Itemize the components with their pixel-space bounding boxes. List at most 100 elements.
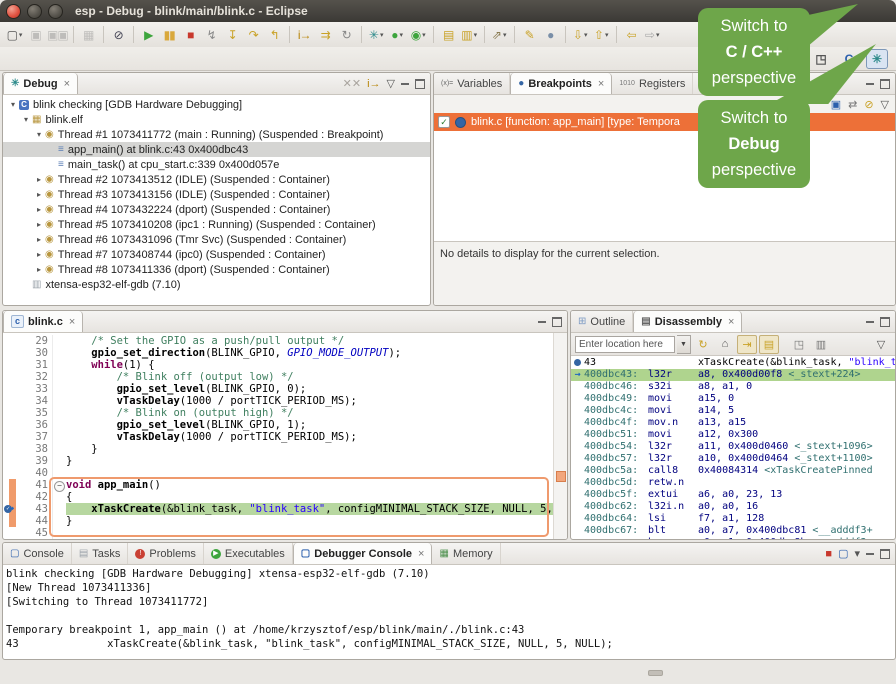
disassembly-row[interactable]: bnonea0, a1, 0x400dbc8b <__adddf3 xyxy=(571,537,895,539)
debug-tree-row[interactable]: ▸◉Thread #5 1073410208 (ipc1 : Running) … xyxy=(3,217,430,232)
overview-ruler-marker[interactable] xyxy=(556,471,566,482)
disassembly-row[interactable]: 400dbc5a:call80x40084314 <xTaskCreatePin… xyxy=(571,465,895,477)
debug-tree-row[interactable]: ▾Cblink checking [GDB Hardware Debugging… xyxy=(3,97,430,112)
open-resource-button[interactable]: ▥▾ xyxy=(460,25,479,45)
breakpoints-view-tab-registers[interactable]: 1010Registers xyxy=(612,73,693,94)
tree-expander-icon[interactable]: ▸ xyxy=(33,235,45,244)
disassembly-row[interactable]: 43xTaskCreate(&blink_task, "blink_tas xyxy=(571,357,895,369)
console-view-tab-problems[interactable]: !Problems xyxy=(128,543,203,564)
breakpoint-row[interactable]: ✓ blink.c [function: app_main] [type: Te… xyxy=(434,113,895,131)
save-button[interactable]: ▣ xyxy=(26,25,45,45)
step-return-button[interactable]: ↰ xyxy=(265,25,284,45)
view-menu-icon[interactable]: ▽ xyxy=(871,335,891,354)
breakpoints-view-tab-breakpoints[interactable]: ●Breakpoints× xyxy=(510,73,612,94)
tree-expander-icon[interactable]: ▾ xyxy=(33,130,45,139)
back-button[interactable]: ⇦ xyxy=(622,25,641,45)
minimize-view-icon[interactable] xyxy=(538,321,546,323)
code-line[interactable]: 30 gpio_set_direction(BLINK_GPIO, GPIO_M… xyxy=(3,347,567,359)
code-line[interactable]: 39} xyxy=(3,455,567,467)
dropdown-arrow-icon[interactable]: ▾ xyxy=(422,31,426,39)
code-line[interactable]: 33 gpio_set_level(BLINK_GPIO, 0); xyxy=(3,383,567,395)
code-line[interactable]: 29 /* Set the GPIO as a push/pull output… xyxy=(3,335,567,347)
view-menu-icon[interactable]: ▽ xyxy=(881,98,889,111)
step-over-button[interactable]: ↷ xyxy=(244,25,263,45)
open-perspective-button[interactable]: ◳ xyxy=(810,49,832,69)
debug-view-tab-debug[interactable]: ✳Debug× xyxy=(3,73,78,94)
console-view-tab-memory[interactable]: ▦Memory xyxy=(432,543,500,564)
code-line[interactable]: 38 } xyxy=(3,443,567,455)
skip-all-breakpoints-button[interactable]: ⊘ xyxy=(109,25,128,45)
tab-close-icon[interactable]: × xyxy=(418,548,424,560)
maximize-view-icon[interactable] xyxy=(880,549,890,559)
display-console-dropdown-icon[interactable]: ▾ xyxy=(854,547,860,560)
launch-button[interactable]: ⇗▾ xyxy=(490,25,509,45)
minimize-view-icon[interactable] xyxy=(866,83,874,85)
dropdown-arrow-icon[interactable]: ▾ xyxy=(584,31,588,39)
window-close-button[interactable] xyxy=(6,4,21,19)
maximize-view-icon[interactable] xyxy=(880,317,890,327)
console-view-tab-console[interactable]: ▢Console xyxy=(3,543,72,564)
disassembly-row[interactable]: 400dbc57:l32ra10, 0x400d0464 <_stext+110… xyxy=(571,453,895,465)
debug-tree-row[interactable]: ▸◉Thread #2 1073413512 (IDLE) (Suspended… xyxy=(3,172,430,187)
debug-tree-row[interactable]: ▥xtensa-esp32-elf-gdb (7.10) xyxy=(3,277,430,292)
disassembly-row[interactable]: 400dbc5d:retw.n xyxy=(571,477,895,489)
overview-ruler[interactable] xyxy=(553,333,567,539)
tab-close-icon[interactable]: × xyxy=(598,78,604,90)
disassembly-row[interactable]: 400dbc64:lsif7, a1, 128 xyxy=(571,513,895,525)
tree-expander-icon[interactable]: ▸ xyxy=(33,265,45,274)
tab-close-icon[interactable]: × xyxy=(69,316,75,328)
dropdown-arrow-icon[interactable]: ▾ xyxy=(19,31,23,39)
code-editor[interactable]: 29 /* Set the GPIO as a push/pull output… xyxy=(3,333,567,539)
step-into-button[interactable]: ↧ xyxy=(223,25,242,45)
pin-view-button[interactable]: ▥ xyxy=(811,335,831,354)
show-breakpoints-supported-button[interactable]: ▣ xyxy=(831,98,841,111)
tree-expander-icon[interactable]: ▸ xyxy=(33,190,45,199)
breakpoints-list-empty-area[interactable] xyxy=(434,131,895,241)
previous-annotation-button[interactable]: ⇧▾ xyxy=(592,25,611,45)
remove-all-terminated-button[interactable]: ✕✕ xyxy=(343,77,361,90)
disassembly-listing[interactable]: 43xTaskCreate(&blink_task, "blink_tas→40… xyxy=(571,356,895,539)
code-line[interactable]: 32 /* Blink off (output low) */ xyxy=(3,371,567,383)
debugger-console-output[interactable]: blink checking [GDB Hardware Debugging] … xyxy=(3,565,895,659)
disconnect-button[interactable]: ↯ xyxy=(202,25,221,45)
window-minimize-button[interactable] xyxy=(27,4,42,19)
debug-tree-row[interactable]: ▸◉Thread #7 1073408744 (ipc0) (Suspended… xyxy=(3,247,430,262)
disassembly-row[interactable]: 400dbc5f:extuia6, a0, 23, 13 xyxy=(571,489,895,501)
disassembly-row[interactable]: 400dbc62:l32i.na0, a0, 16 xyxy=(571,501,895,513)
dropdown-arrow-icon[interactable]: ▾ xyxy=(380,31,384,39)
location-dropdown-icon[interactable]: ▼ xyxy=(677,335,691,354)
window-maximize-button[interactable] xyxy=(48,4,63,19)
disassembly-row[interactable]: 400dbc4f:mov.na13, a15 xyxy=(571,417,895,429)
code-line[interactable]: 44} xyxy=(3,515,567,527)
new-wizard-button[interactable]: ▢▾ xyxy=(5,25,24,45)
display-selected-console-button[interactable]: ▢ xyxy=(838,547,848,560)
terminate-button[interactable]: ■ xyxy=(181,25,200,45)
run-button[interactable]: ●▾ xyxy=(388,25,407,45)
code-line[interactable]: ✓→43 xTaskCreate(&blink_task, "blink_tas… xyxy=(3,503,567,515)
show-source-toggle[interactable]: ▤ xyxy=(759,335,779,354)
code-line[interactable]: 42{ xyxy=(3,491,567,503)
breakpoints-view-tab-variables[interactable]: (x)=Variables xyxy=(434,73,510,94)
open-element-button[interactable]: ▤ xyxy=(439,25,458,45)
code-line[interactable]: 35 /* Blink on (output high) */ xyxy=(3,407,567,419)
suspend-button[interactable]: ▮▮ xyxy=(160,25,179,45)
maximize-view-icon[interactable] xyxy=(415,79,425,89)
disassembly-view-tab-disassembly[interactable]: ▤Disassembly× xyxy=(633,311,742,332)
code-line[interactable]: 41−void app_main() xyxy=(3,479,567,491)
breakpoint-checkbox[interactable]: ✓ xyxy=(438,116,450,128)
dropdown-arrow-icon[interactable]: ▾ xyxy=(400,31,404,39)
location-input[interactable]: Enter location here xyxy=(575,336,675,353)
code-line[interactable]: 40 xyxy=(3,467,567,479)
tree-expander-icon[interactable]: ▸ xyxy=(33,220,45,229)
next-annotation-button[interactable]: ⇩▾ xyxy=(571,25,590,45)
debug-tree-row[interactable]: ≡app_main() at blink.c:43 0x400dbc43 xyxy=(3,142,430,157)
code-line[interactable]: 37 vTaskDelay(1000 / portTICK_PERIOD_MS)… xyxy=(3,431,567,443)
debug-tree-row[interactable]: ▾◉Thread #1 1073411772 (main : Running) … xyxy=(3,127,430,142)
tree-expander-icon[interactable]: ▾ xyxy=(7,100,19,109)
forward-button[interactable]: ⇨▾ xyxy=(643,25,662,45)
dropdown-arrow-icon[interactable]: ▾ xyxy=(605,31,609,39)
terminate-console-button[interactable]: ■ xyxy=(825,548,832,560)
link-with-debug-view-button[interactable]: ⇄ xyxy=(848,98,857,111)
dropdown-arrow-icon[interactable]: ▾ xyxy=(503,31,507,39)
dropdown-arrow-icon[interactable]: ▾ xyxy=(656,31,660,39)
